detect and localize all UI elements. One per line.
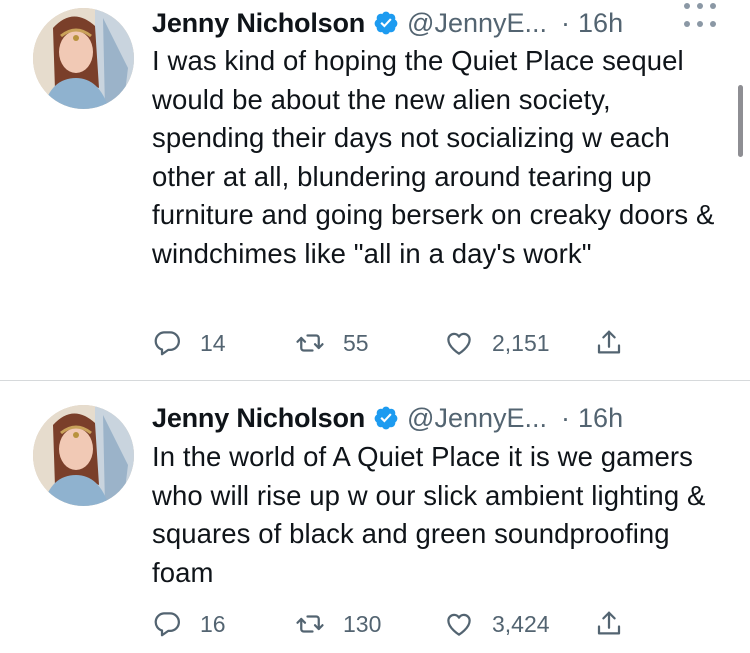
like-count: 3,424 [492,610,550,637]
verified-badge-icon [373,10,399,36]
avatar[interactable] [33,405,134,506]
reply-count: 16 [200,610,226,637]
like-count: 2,151 [492,329,550,356]
tweet[interactable]: Jenny Nicholson @JennyE... · 16h I was k… [0,0,750,380]
retweet-count: 130 [343,610,382,637]
verified-badge-icon [373,405,399,431]
retweet-count: 55 [343,329,369,356]
avatar[interactable] [33,8,134,109]
separator-dot: · [561,7,571,38]
display-name[interactable]: Jenny Nicholson [152,403,365,434]
avatar-image [33,8,134,109]
like-button[interactable]: 3,424 [444,606,550,642]
retweet-button[interactable]: 55 [295,325,369,361]
handle[interactable]: @JennyE... [407,8,547,39]
retweet-button[interactable]: 130 [295,606,381,642]
retweet-icon [296,334,324,352]
display-name[interactable]: Jenny Nicholson [152,8,365,39]
timestamp[interactable]: 16h [578,8,623,39]
reply-button[interactable]: 14 [152,325,226,361]
tweet-header: Jenny Nicholson @JennyE... · 16h [152,3,623,43]
share-icon [597,330,621,354]
like-icon [447,613,471,636]
share-icon [597,611,621,635]
reply-count: 14 [200,329,226,356]
share-button[interactable] [594,606,624,642]
handle[interactable]: @JennyE... [407,403,547,434]
more-options-icon[interactable] [684,18,716,30]
separator-dot: · [561,402,571,433]
share-button[interactable] [594,325,624,361]
scrollbar[interactable] [738,85,743,157]
like-icon [447,332,471,355]
like-button[interactable]: 2,151 [444,325,550,361]
tweet-text: In the world of A Quiet Place it is we g… [152,441,706,588]
timestamp[interactable]: 16h [578,403,623,434]
tweet[interactable]: Jenny Nicholson @JennyE... · 16h In the … [0,381,750,653]
reply-icon [154,612,180,637]
reply-icon [154,331,180,356]
tweet-header: Jenny Nicholson @JennyE... · 16h [152,398,623,438]
more-options-icon[interactable] [684,0,716,12]
tweet-text: I was kind of hoping the Quiet Place seq… [152,45,715,269]
retweet-icon [296,615,324,633]
reply-button[interactable]: 16 [152,606,226,642]
avatar-image [33,405,134,506]
